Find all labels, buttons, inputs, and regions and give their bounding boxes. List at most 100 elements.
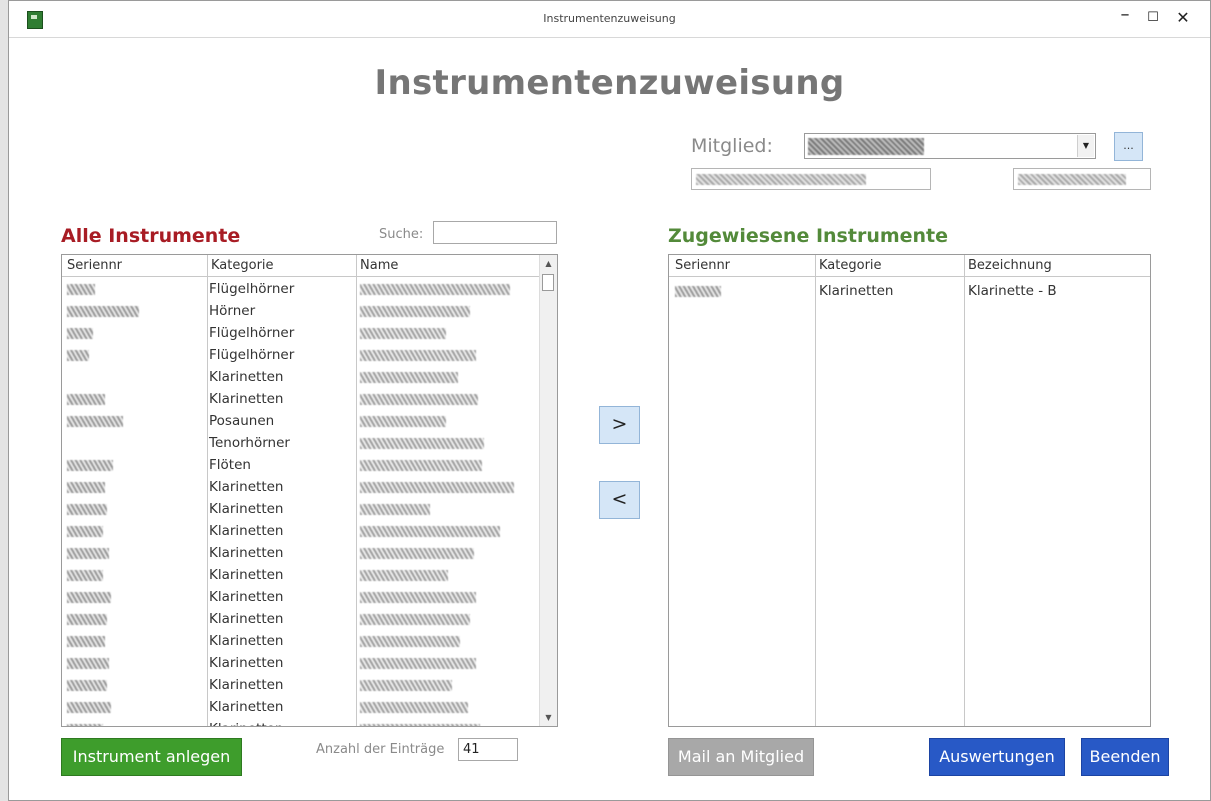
all-instruments-list[interactable]: Seriennr Kategorie Name Flügelhörner Hörn…	[61, 254, 558, 727]
row-kategorie: Hörner	[209, 303, 256, 319]
row-kategorie: Klarinetten	[209, 633, 284, 649]
column-header-kategorie: Kategorie	[211, 258, 274, 273]
row-kategorie: Klarinetten	[209, 699, 284, 715]
member-dropdown[interactable]: ▼	[804, 133, 1096, 159]
table-row[interactable]: Klarinetten	[62, 564, 540, 586]
member-more-button[interactable]: ...	[1114, 132, 1143, 161]
member-email-field	[691, 168, 931, 190]
scroll-thumb[interactable]	[542, 274, 554, 291]
serial-redacted	[675, 286, 721, 297]
table-row[interactable]: Klarinetten	[62, 476, 540, 498]
minimize-button[interactable]: –	[1112, 4, 1138, 26]
row-kategorie: Klarinetten	[209, 655, 284, 671]
row-kategorie: Klarinetten	[209, 589, 284, 605]
name-redacted	[360, 680, 452, 691]
member-phone-field	[1013, 168, 1151, 190]
close-window-button[interactable]: ✕	[1170, 7, 1196, 29]
member-label: Mitglied:	[691, 135, 773, 157]
table-row[interactable]: Klarinetten	[62, 718, 540, 726]
table-row[interactable]: Klarinetten	[62, 366, 540, 388]
row-kategorie: Flöten	[209, 457, 251, 473]
serial-redacted	[67, 570, 103, 581]
table-row[interactable]: Klarinetten	[62, 586, 540, 608]
serial-redacted	[67, 680, 107, 691]
serial-redacted	[67, 394, 105, 405]
name-redacted	[360, 438, 484, 449]
create-instrument-button[interactable]: Instrument anlegen	[61, 738, 242, 776]
name-redacted	[360, 504, 430, 515]
name-redacted	[360, 636, 460, 647]
title-bar: Instrumentenzuweisung – ☐ ✕	[9, 1, 1210, 38]
column-header-name: Name	[360, 258, 399, 273]
name-redacted	[360, 614, 470, 625]
all-instruments-heading: Alle Instrumente	[61, 225, 241, 247]
table-row[interactable]: Flügelhörner	[62, 322, 540, 344]
instrument-assignment-window: Instrumentenzuweisung – ☐ ✕ Instrumenten…	[8, 0, 1211, 801]
column-header-seriennr: Seriennr	[675, 258, 731, 273]
serial-redacted	[67, 548, 109, 559]
member-value-redacted	[808, 138, 924, 155]
row-kategorie: Klarinetten	[819, 283, 894, 299]
serial-redacted	[67, 504, 107, 515]
close-button[interactable]: Beenden	[1081, 738, 1169, 776]
row-kategorie: Klarinetten	[209, 567, 284, 583]
table-row[interactable]: Posaunen	[62, 410, 540, 432]
table-row[interactable]: Flügelhörner	[62, 278, 540, 300]
assigned-instruments-list[interactable]: Seriennr Kategorie Bezeichnung Klarinett…	[668, 254, 1151, 727]
table-row[interactable]: Klarinetten	[62, 498, 540, 520]
chevron-down-icon[interactable]: ▼	[1077, 135, 1094, 157]
name-redacted	[360, 328, 446, 339]
row-kategorie: Klarinetten	[209, 501, 284, 517]
row-kategorie: Flügelhörner	[209, 347, 295, 363]
serial-redacted	[67, 636, 105, 647]
table-row[interactable]: Tenorhörner	[62, 432, 540, 454]
reports-button[interactable]: Auswertungen	[929, 738, 1065, 776]
name-redacted	[360, 658, 476, 669]
name-redacted	[360, 394, 478, 405]
row-kategorie: Klarinetten	[209, 391, 284, 407]
row-kategorie: Klarinetten	[209, 479, 284, 495]
table-row[interactable]: Klarinetten	[62, 630, 540, 652]
name-redacted	[360, 526, 500, 537]
row-kategorie: Flügelhörner	[209, 325, 295, 341]
search-input[interactable]	[433, 221, 557, 244]
table-row[interactable]: Klarinetten	[62, 520, 540, 542]
name-redacted	[360, 372, 458, 383]
unassign-instrument-button[interactable]: <	[599, 481, 640, 519]
name-redacted	[360, 570, 448, 581]
entry-count-field: 41	[458, 738, 518, 761]
name-redacted	[360, 724, 480, 726]
table-row[interactable]: Klarinetten	[62, 652, 540, 674]
assign-instrument-button[interactable]: >	[599, 406, 640, 444]
mail-member-button[interactable]: Mail an Mitglied	[668, 738, 814, 776]
serial-redacted	[67, 658, 109, 669]
member-email-redacted	[696, 174, 866, 185]
table-row[interactable]: Klarinetten	[62, 696, 540, 718]
name-redacted	[360, 702, 468, 713]
row-kategorie: Klarinetten	[209, 721, 284, 726]
row-kategorie: Flügelhörner	[209, 281, 295, 297]
table-row[interactable]: Hörner	[62, 300, 540, 322]
serial-redacted	[67, 592, 111, 603]
table-row[interactable]: Flöten	[62, 454, 540, 476]
row-kategorie: Klarinetten	[209, 677, 284, 693]
list-scrollbar[interactable]: ▲ ▼	[539, 255, 557, 726]
serial-redacted	[67, 328, 93, 339]
table-row[interactable]: Klarinetten	[62, 542, 540, 564]
table-row[interactable]: Flügelhörner	[62, 344, 540, 366]
row-kategorie: Klarinetten	[209, 545, 284, 561]
scroll-down-icon[interactable]: ▼	[540, 709, 557, 726]
search-label: Suche:	[379, 227, 424, 242]
serial-redacted	[67, 306, 139, 317]
maximize-button[interactable]: ☐	[1140, 7, 1166, 29]
table-row[interactable]: Klarinetten	[62, 608, 540, 630]
table-row[interactable]: Klarinetten Klarinette - B	[669, 280, 1150, 302]
table-row[interactable]: Klarinetten	[62, 674, 540, 696]
name-redacted	[360, 548, 474, 559]
row-kategorie: Tenorhörner	[209, 435, 290, 451]
scroll-up-icon[interactable]: ▲	[540, 255, 557, 272]
name-redacted	[360, 350, 476, 361]
table-row[interactable]: Klarinetten	[62, 388, 540, 410]
name-redacted	[360, 416, 446, 427]
column-header-seriennr: Seriennr	[67, 258, 123, 273]
